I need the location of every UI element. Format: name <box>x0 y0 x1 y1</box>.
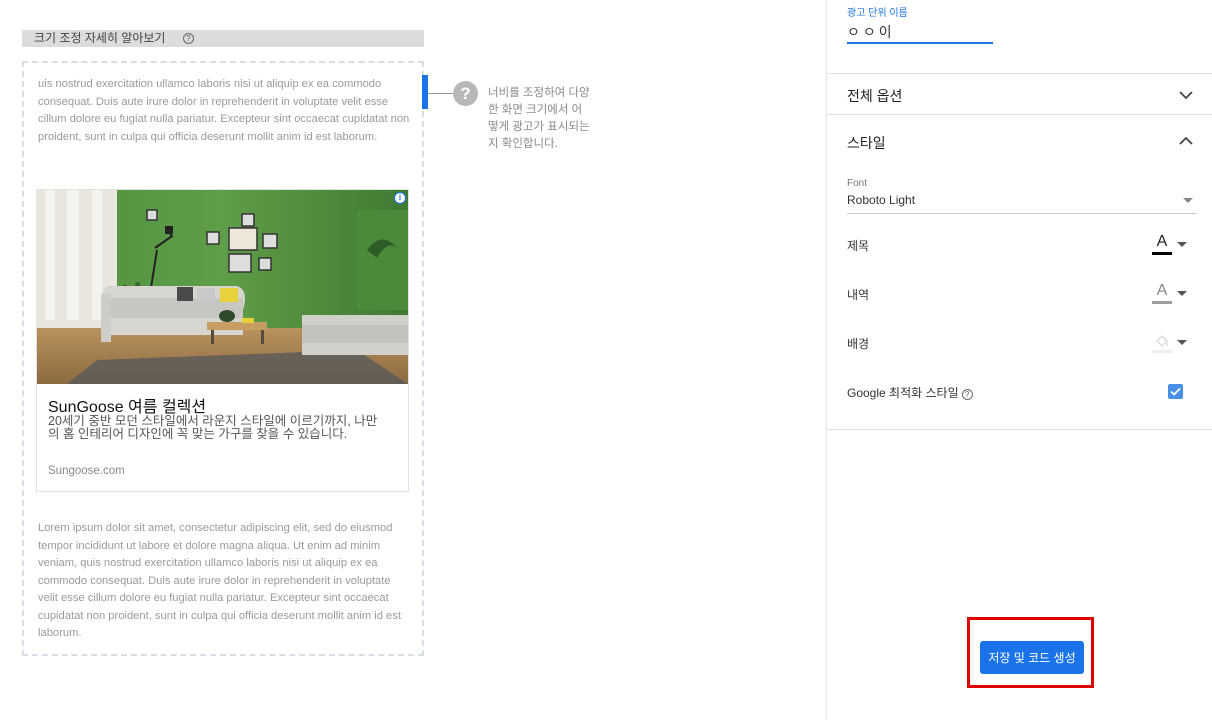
title-color-picker[interactable]: A <box>1151 233 1187 257</box>
background-color-picker[interactable] <box>1151 331 1187 355</box>
background-color-label: 배경 <box>847 337 870 351</box>
title-color-label: 제목 <box>847 239 870 253</box>
resize-help-link[interactable]: 크기 조정 자세히 알아보기 ? <box>22 30 424 47</box>
font-select[interactable]: Roboto Light <box>847 193 1197 214</box>
paint-bucket-icon <box>1153 332 1171 350</box>
save-and-get-code-button[interactable]: 저장 및 코드 생성 <box>980 641 1084 674</box>
section-all-options-label: 전체 옵션 <box>847 88 903 104</box>
adchoices-info-icon[interactable]: i <box>394 192 406 204</box>
resize-help-label: 크기 조정 자세히 알아보기 <box>34 31 166 45</box>
question-mark-icon: ? <box>453 81 478 106</box>
title-color-swatch <box>1152 252 1172 255</box>
living-room-illustration <box>37 190 408 384</box>
dropdown-arrow-icon <box>1183 198 1193 203</box>
google-optimized-label-wrap: Google 최적화 스타일? <box>847 384 973 401</box>
section-style-label: 스타일 <box>847 135 886 151</box>
checkmark-icon <box>1170 387 1181 396</box>
section-style[interactable]: 스타일 <box>827 120 1212 160</box>
text-color-icon: A <box>1156 233 1168 250</box>
body-color-swatch <box>1152 301 1172 304</box>
font-caption: Font <box>847 178 868 189</box>
resize-handle[interactable] <box>422 75 428 109</box>
help-icon[interactable]: ? <box>961 389 973 400</box>
dropdown-arrow-icon <box>1177 340 1187 345</box>
ad-image-living-room[interactable]: i <box>37 190 408 384</box>
ad-description[interactable]: 20세기 중반 모던 스타일에서 라운지 스타일에 이르기까지, 나만의 홈 인… <box>48 415 388 441</box>
dropdown-arrow-icon <box>1177 291 1187 296</box>
help-icon[interactable]: ? <box>182 33 194 44</box>
ad-display-url[interactable]: Sungoose.com <box>48 465 125 477</box>
body-color-picker[interactable]: A <box>1151 282 1187 306</box>
style-row-title: 제목 A <box>847 233 1197 257</box>
callout-connector <box>428 93 455 94</box>
chevron-up-icon[interactable] <box>1179 134 1193 148</box>
google-optimized-label: Google 최적화 스타일 <box>847 386 959 400</box>
resize-callout-text: 너비를 조정하여 다양한 화면 크기에서 어떻게 광고가 표시되는지 확인합니다… <box>488 87 590 150</box>
dropdown-arrow-icon <box>1177 242 1187 247</box>
body-color-label: 내역 <box>847 288 870 302</box>
font-select-value: Roboto Light <box>847 193 916 207</box>
style-row-google-optimized: Google 최적화 스타일? <box>847 380 1197 404</box>
ad-unit-name-input[interactable] <box>847 21 993 44</box>
section-all-options[interactable]: 전체 옵션 <box>827 74 1212 114</box>
divider <box>827 114 1212 115</box>
filler-text-top: uis nostrud exercitation ullamco laboris… <box>38 78 410 143</box>
divider <box>827 429 1212 430</box>
style-row-background: 배경 <box>847 331 1197 355</box>
filler-text-bottom: Lorem ipsum dolor sit amet, consectetur … <box>38 522 401 639</box>
ad-card[interactable]: i SunGoose 여름 컬렉션 20세기 중반 모던 스타일에서 라운지 스… <box>36 189 409 492</box>
settings-panel: 광고 단위 이름 전체 옵션 스타일 Font Roboto Light 제목 … <box>826 0 1212 720</box>
chevron-down-icon[interactable] <box>1179 88 1193 102</box>
style-row-body: 내역 A <box>847 282 1197 306</box>
background-color-swatch <box>1152 350 1172 353</box>
ad-unit-name-label: 광고 단위 이름 <box>847 8 908 19</box>
text-color-icon: A <box>1156 282 1168 299</box>
google-optimized-checkbox[interactable] <box>1168 384 1183 399</box>
